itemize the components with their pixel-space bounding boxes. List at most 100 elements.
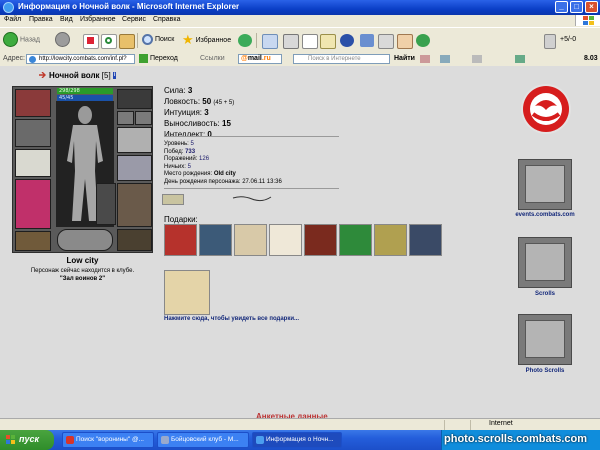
info-row: Ничьих: 5 [164,163,191,170]
print-icon[interactable] [283,34,299,49]
forward-button[interactable] [55,32,70,48]
forward-arrow-icon [55,32,70,47]
slot-amulet[interactable] [15,149,51,177]
gift-item[interactable] [164,224,197,256]
events-link[interactable]: events.combats.com [500,212,590,218]
search-button[interactable]: Поиск [142,32,174,48]
photo-scrolls-link[interactable]: Photo Scrolls [500,368,590,374]
hp-mp-bars: 298/298 45/45 [57,88,113,101]
go-button[interactable]: Переход [150,54,178,64]
slot-gloves[interactable] [117,89,152,109]
minimize-button[interactable]: _ [555,1,568,13]
character-city: Low city [66,256,99,265]
refresh-icon[interactable] [101,34,117,49]
info-badge[interactable]: i [112,72,117,80]
go-arrow-icon[interactable] [139,54,148,63]
back-arrow-icon [3,32,18,47]
pencil-icon[interactable] [440,55,450,63]
gift-item[interactable] [374,224,407,256]
gift-card-icon[interactable] [164,270,210,315]
mailru-search-input[interactable]: Поиск в Интернете [293,54,390,64]
events-banner[interactable] [518,159,572,210]
windows-flag-icon [6,435,16,445]
slot-boots[interactable] [117,183,152,227]
info-row: День рождения персонажа: 27.06.11 13:36 [164,178,282,185]
find-button[interactable]: Найти [394,54,415,64]
scrolls-banner[interactable] [518,237,572,288]
mail-icon[interactable] [262,34,278,49]
toolbar: Назад Поиск ★ Избранное +5/-0 [0,27,600,54]
highlight-icon[interactable] [420,55,430,63]
discuss-icon[interactable] [378,34,394,49]
slot-ring-2[interactable] [135,111,152,125]
back-button[interactable]: Назад [3,32,40,48]
award-icon[interactable] [162,194,184,205]
slot-shield[interactable] [117,155,152,181]
menu-help[interactable]: Справка [153,16,180,23]
taskbar: пуск Поиск "воронины" @... Бойцовский кл… [0,430,600,450]
info-row: Поражений: 126 [164,156,210,162]
slot-earring[interactable] [15,119,51,147]
gift-item[interactable] [304,224,337,256]
slot-helmet[interactable] [15,89,51,117]
stat-row: Интуиция: 3 [164,108,209,117]
media-icon[interactable] [238,34,252,47]
rating-counter: +5/-0 [560,36,577,43]
weather-icon[interactable] [515,55,525,63]
gift-item[interactable] [269,224,302,256]
home-icon[interactable] [119,34,135,49]
slot-pet[interactable] [96,183,116,225]
folder-icon[interactable] [320,34,336,49]
stop-icon[interactable] [83,34,99,49]
favorites-button[interactable]: ★ Избранное [182,32,231,48]
scrolls-link[interactable]: Scrolls [500,291,590,297]
task-info[interactable]: Информация о Ночн... [252,432,342,448]
start-button[interactable]: пуск [0,430,54,450]
tray-icon[interactable] [544,34,556,49]
menu-view[interactable]: Вид [60,16,73,23]
watermark: photo.scrolls.combats.com [444,433,588,445]
slot-weapon-right[interactable] [117,127,152,153]
ie-logo-icon [3,2,14,13]
stat-row: Сила: 3 [164,86,193,95]
photo-scrolls-banner[interactable] [518,314,572,365]
gift-item[interactable] [234,224,267,256]
stat-row: Выносливость: 15 [164,119,231,128]
slot-ring-1[interactable] [117,111,134,125]
menu-tools[interactable]: Сервис [122,16,146,23]
address-input[interactable]: http://lowcity.combats.com/inf.pl? [26,54,135,64]
slot-extra[interactable] [117,229,152,251]
links-button[interactable]: Ссылки [200,54,225,64]
research-icon[interactable] [360,34,374,47]
menu-edit[interactable]: Правка [29,16,53,23]
edit-icon[interactable] [302,34,318,49]
close-button[interactable]: × [585,1,598,13]
gift-item[interactable] [339,224,372,256]
gift-item[interactable] [409,224,442,256]
task-combats[interactable]: Бойцовский клуб - М... [157,432,249,448]
page-icon [29,56,36,63]
slot-belt[interactable] [15,231,51,251]
mail-bar-icon[interactable] [472,55,482,63]
menu-favorites[interactable]: Избранное [80,16,115,23]
stat-row: Ловкость: 50 (45 + 5) [164,97,235,106]
address-bar: Адрес: http://lowcity.combats.com/inf.pl… [0,53,600,67]
character-location: Персонаж сейчас находится в клубе. "Зал … [30,268,135,282]
gift-item[interactable] [199,224,232,256]
combats-logo-icon[interactable] [521,84,571,134]
contacts-icon[interactable] [416,34,430,47]
system-tray: photo.scrolls.combats.com [441,430,600,450]
slot-armor[interactable] [15,179,51,229]
user-avatar-icon[interactable] [397,34,413,49]
all-gifts-link[interactable]: Нажмите сюда, чтобы увидеть все подарки.… [164,316,299,322]
mailru-logo[interactable]: @mail.ru [238,54,282,64]
info-row: Побед: 733 [164,148,196,155]
character-nick: Ночной волк [5] i [49,71,117,80]
task-search[interactable]: Поиск "воронины" @... [62,432,154,448]
menu-file[interactable]: Файл [4,16,21,23]
title-bar: Информация о Ночной волк - Microsoft Int… [0,0,600,15]
menu-bar: Файл Правка Вид Избранное Сервис Справка [0,15,600,26]
maximize-button[interactable]: □ [570,1,583,13]
star-icon: ★ [182,32,194,47]
messenger-icon[interactable] [340,34,354,47]
